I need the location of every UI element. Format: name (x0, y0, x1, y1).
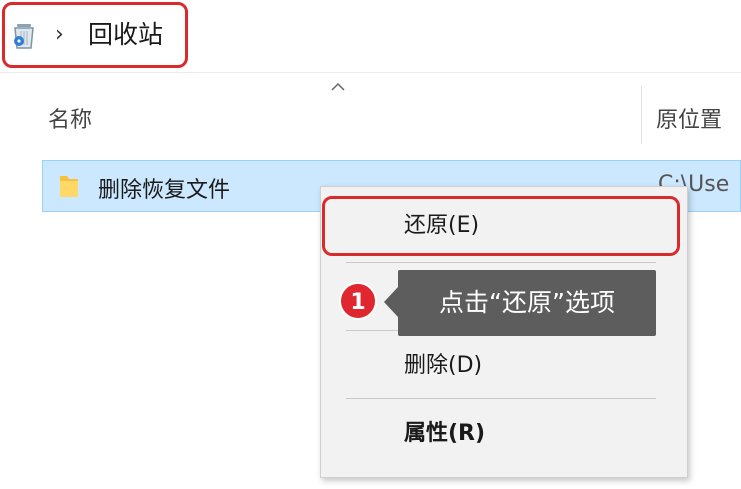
step-number-badge: 1 (339, 282, 377, 320)
sort-ascending-icon (331, 82, 345, 91)
menu-item-delete[interactable]: 删除(D) (404, 351, 482, 381)
column-header-row (0, 80, 741, 150)
tooltip-arrow (384, 287, 398, 317)
menu-item-properties[interactable]: 属性(R) (404, 419, 485, 449)
restore-highlight-frame (322, 196, 680, 256)
address-highlight-frame (2, 2, 188, 68)
annotation-tooltip: 点击“还原”选项 (398, 270, 656, 336)
menu-separator (346, 398, 656, 399)
column-original-location-header[interactable]: 原位置 (656, 102, 722, 134)
file-name[interactable]: 删除恢复文件 (98, 172, 230, 204)
menu-separator (346, 262, 656, 263)
folder-icon (60, 176, 78, 197)
column-name-header[interactable]: 名称 (48, 102, 92, 134)
column-divider[interactable] (641, 86, 642, 144)
